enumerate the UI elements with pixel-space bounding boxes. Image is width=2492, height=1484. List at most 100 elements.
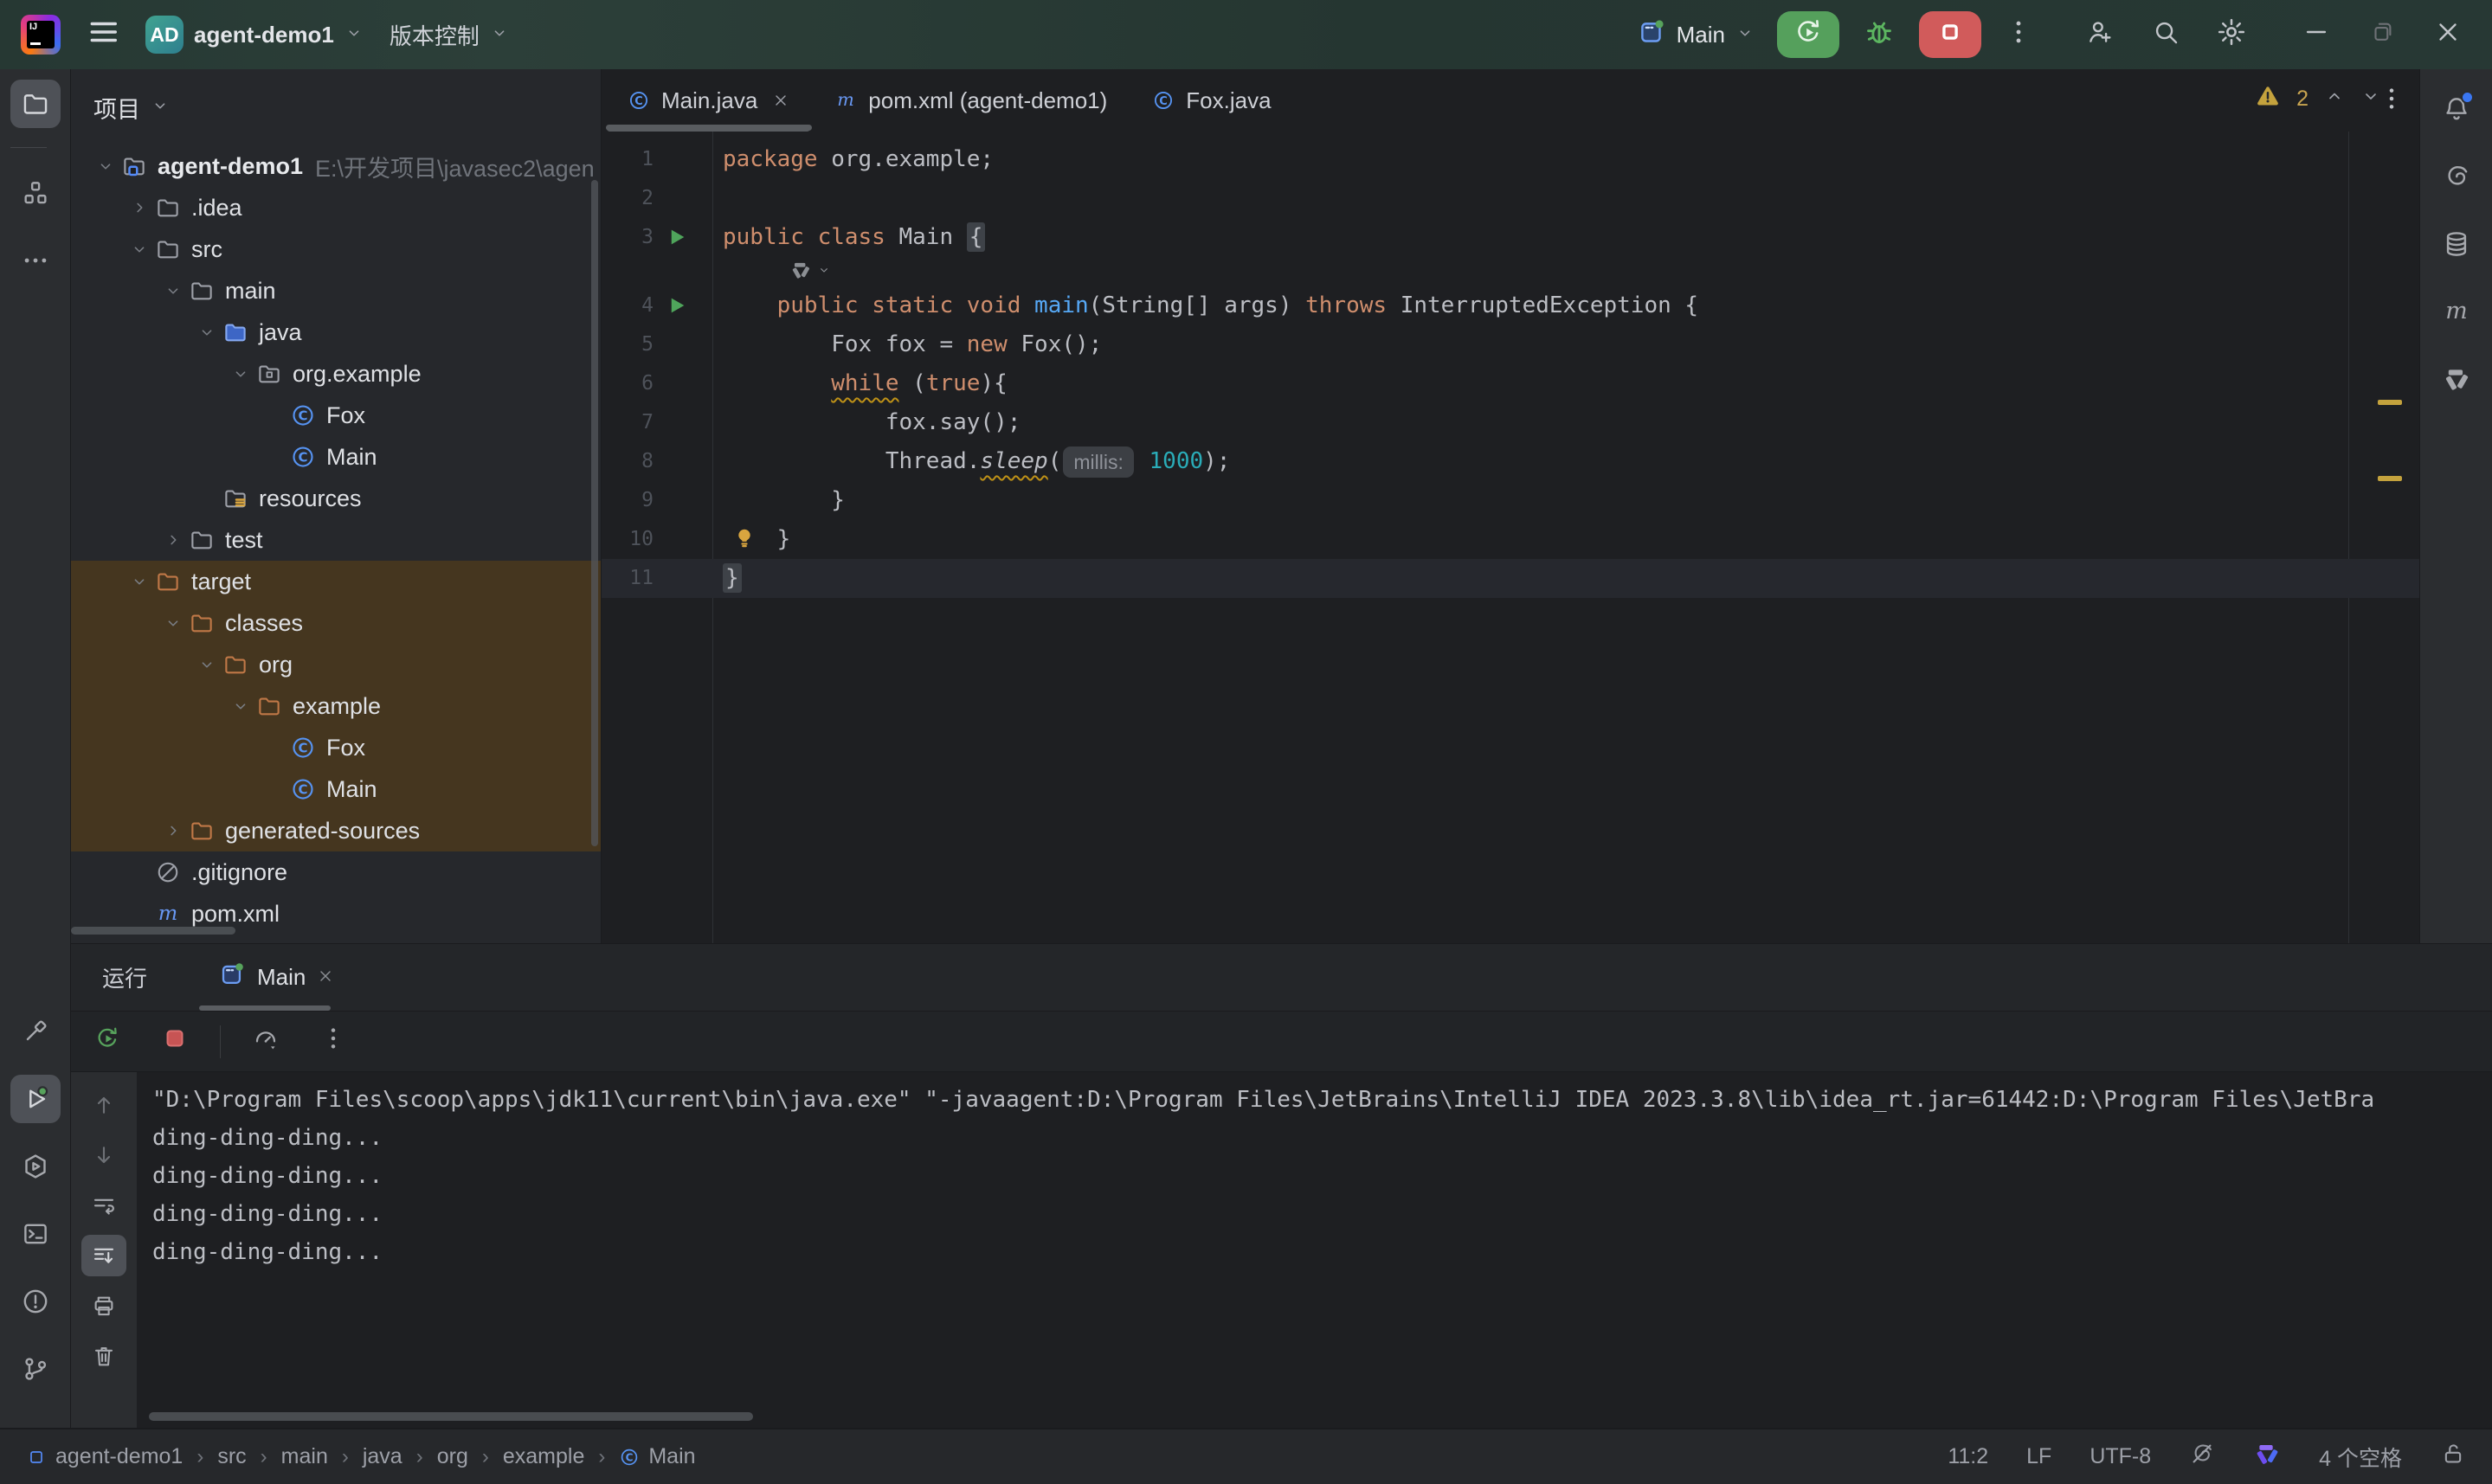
caret-position[interactable]: 11:2 xyxy=(1948,1444,1988,1469)
breadcrumb-item[interactable]: agent-demo1 xyxy=(55,1444,183,1469)
stripe-more-tool-windows-button[interactable] xyxy=(10,236,61,285)
stripe-services-button[interactable] xyxy=(10,1142,61,1191)
breadcrumb-item[interactable]: java xyxy=(363,1444,402,1469)
prev-problem-button[interactable] xyxy=(2324,86,2345,112)
code-line-3[interactable]: 3public class Main { xyxy=(602,218,2419,257)
code-line-6[interactable]: 6 while (true){ xyxy=(602,364,2419,403)
minimize-button[interactable] xyxy=(2295,17,2338,53)
tree-item-example[interactable]: example xyxy=(71,685,601,727)
chevron-down-icon[interactable] xyxy=(231,364,250,383)
code-line-1[interactable]: 1package org.example; xyxy=(602,140,2419,179)
tree-item-Main[interactable]: CMain xyxy=(71,436,601,478)
rerun-button[interactable] xyxy=(1777,11,1839,58)
tree-item-generated-sources[interactable]: generated-sources xyxy=(71,810,601,851)
tree-item-agent-demo1[interactable]: agent-demo1E:\开发项目\javasec2\agen xyxy=(71,145,601,187)
file-encoding[interactable]: UTF-8 xyxy=(2090,1444,2151,1469)
tree-item-Fox[interactable]: CFox xyxy=(71,727,601,768)
project-widget[interactable]: AD agent-demo1 xyxy=(145,16,364,54)
tree-item-resources[interactable]: resources xyxy=(71,478,601,519)
indent-setting[interactable]: 4 个空格 xyxy=(2319,1442,2402,1473)
code-line-5[interactable]: 5 Fox fox = new Fox(); xyxy=(602,325,2419,364)
lingma-inlay-icon[interactable] xyxy=(789,259,812,281)
soft-wrap-button[interactable] xyxy=(81,1185,126,1226)
tree-item-main[interactable]: main xyxy=(71,270,601,312)
chevron-down-icon[interactable] xyxy=(130,240,149,259)
tab-pom.xml[interactable]: mpom.xml (agent-demo1) xyxy=(812,69,1130,132)
stripe-maven-button[interactable]: m xyxy=(2431,287,2482,336)
error-stripe-warning-mark[interactable] xyxy=(2378,400,2402,405)
code-line-7[interactable]: 7 fox.say(); xyxy=(602,403,2419,442)
tree-item-classes[interactable]: classes xyxy=(71,602,601,644)
run-tab-main[interactable]: Main xyxy=(199,944,353,1011)
close-button[interactable] xyxy=(2426,17,2469,53)
tree-item-.idea[interactable]: .idea xyxy=(71,187,601,228)
tree-item-Main[interactable]: CMain xyxy=(71,768,601,810)
stripe-problems-button[interactable] xyxy=(10,1277,61,1326)
stripe-build-button[interactable] xyxy=(10,1007,61,1056)
code-editor[interactable]: 1package org.example;23public class Main… xyxy=(602,132,2419,943)
clear-all-button[interactable] xyxy=(81,1335,126,1377)
run-configuration-select[interactable]: Main xyxy=(1637,17,1755,53)
close-tab-icon[interactable] xyxy=(772,92,789,109)
breadcrumb-item[interactable]: src xyxy=(217,1444,246,1469)
breadcrumb-item[interactable]: main xyxy=(281,1444,328,1469)
chevron-right-icon[interactable] xyxy=(164,821,183,840)
lingma-status-icon[interactable] xyxy=(2253,1440,2281,1474)
code-line-11[interactable]: 11} xyxy=(602,559,2419,598)
close-run-tab-icon[interactable] xyxy=(317,964,334,991)
stop-button[interactable] xyxy=(1919,11,1981,58)
more-actions-button[interactable] xyxy=(2004,17,2033,53)
scroll-down-button[interactable] xyxy=(81,1134,126,1176)
chevron-down-icon[interactable] xyxy=(197,655,216,674)
main-menu-button[interactable] xyxy=(87,16,119,55)
next-problem-button[interactable] xyxy=(2360,86,2381,112)
code-line-4[interactable]: 4 public static void main(String[] args)… xyxy=(602,286,2419,325)
chevron-down-icon[interactable] xyxy=(197,323,216,342)
profiler-button[interactable] xyxy=(243,1021,288,1063)
stripe-ai-assistant-button[interactable] xyxy=(2431,152,2482,201)
chevron-down-icon[interactable] xyxy=(130,572,149,591)
maximize-button[interactable] xyxy=(2360,19,2404,51)
breadcrumb-item[interactable]: example xyxy=(503,1444,585,1469)
chevron-right-icon[interactable] xyxy=(130,198,149,217)
console-more-button[interactable] xyxy=(311,1021,356,1063)
debug-button[interactable] xyxy=(1862,15,1896,55)
vcs-menu-button[interactable]: 版本控制 xyxy=(390,19,509,51)
ai-inlay-hint[interactable] xyxy=(602,257,2419,286)
breadcrumb-item[interactable]: org xyxy=(437,1444,468,1469)
ai-completion-disabled-icon[interactable] xyxy=(2189,1441,2215,1473)
code-line-10[interactable]: 10 } xyxy=(602,520,2419,559)
project-tree-vertical-scrollbar[interactable] xyxy=(591,180,598,846)
tree-item-Fox[interactable]: CFox xyxy=(71,395,601,436)
chevron-down-icon[interactable] xyxy=(231,697,250,716)
chevron-down-icon[interactable] xyxy=(164,614,183,633)
chevron-down-icon[interactable] xyxy=(164,281,183,300)
project-tree-horizontal-scrollbar[interactable] xyxy=(71,927,235,935)
project-panel-header[interactable]: 项目 xyxy=(71,69,601,145)
readonly-lock-icon[interactable] xyxy=(2440,1441,2466,1473)
tree-item-.gitignore[interactable]: .gitignore xyxy=(71,851,601,893)
stripe-notifications-button[interactable] xyxy=(2431,85,2482,133)
stripe-structure-button[interactable] xyxy=(10,169,61,217)
run-line-icon[interactable] xyxy=(664,225,688,249)
code-with-me-button[interactable] xyxy=(2078,17,2122,53)
tree-item-src[interactable]: src xyxy=(71,228,601,270)
rerun-console-button[interactable] xyxy=(85,1021,130,1063)
scroll-up-button[interactable] xyxy=(81,1084,126,1126)
tab-Main.java[interactable]: CMain.java xyxy=(605,69,812,132)
error-stripe-warning-mark[interactable] xyxy=(2378,476,2402,481)
stripe-terminal-button[interactable] xyxy=(10,1210,61,1258)
code-line-8[interactable]: 8 Thread.sleep(millis: 1000); xyxy=(602,442,2419,481)
scroll-to-end-button[interactable] xyxy=(81,1235,126,1276)
print-button[interactable] xyxy=(81,1285,126,1327)
breadcrumb-item[interactable]: Main xyxy=(648,1444,695,1469)
settings-button[interactable] xyxy=(2210,16,2253,54)
stripe-database-button[interactable] xyxy=(2431,220,2482,268)
tree-item-org[interactable]: org xyxy=(71,644,601,685)
stripe-run-button[interactable] xyxy=(10,1075,61,1123)
tree-item-org.example[interactable]: org.example xyxy=(71,353,601,395)
inspection-widget[interactable]: 2 xyxy=(2255,83,2381,115)
stop-console-button[interactable] xyxy=(152,1021,197,1063)
tree-item-test[interactable]: test xyxy=(71,519,601,561)
tree-item-java[interactable]: java xyxy=(71,312,601,353)
